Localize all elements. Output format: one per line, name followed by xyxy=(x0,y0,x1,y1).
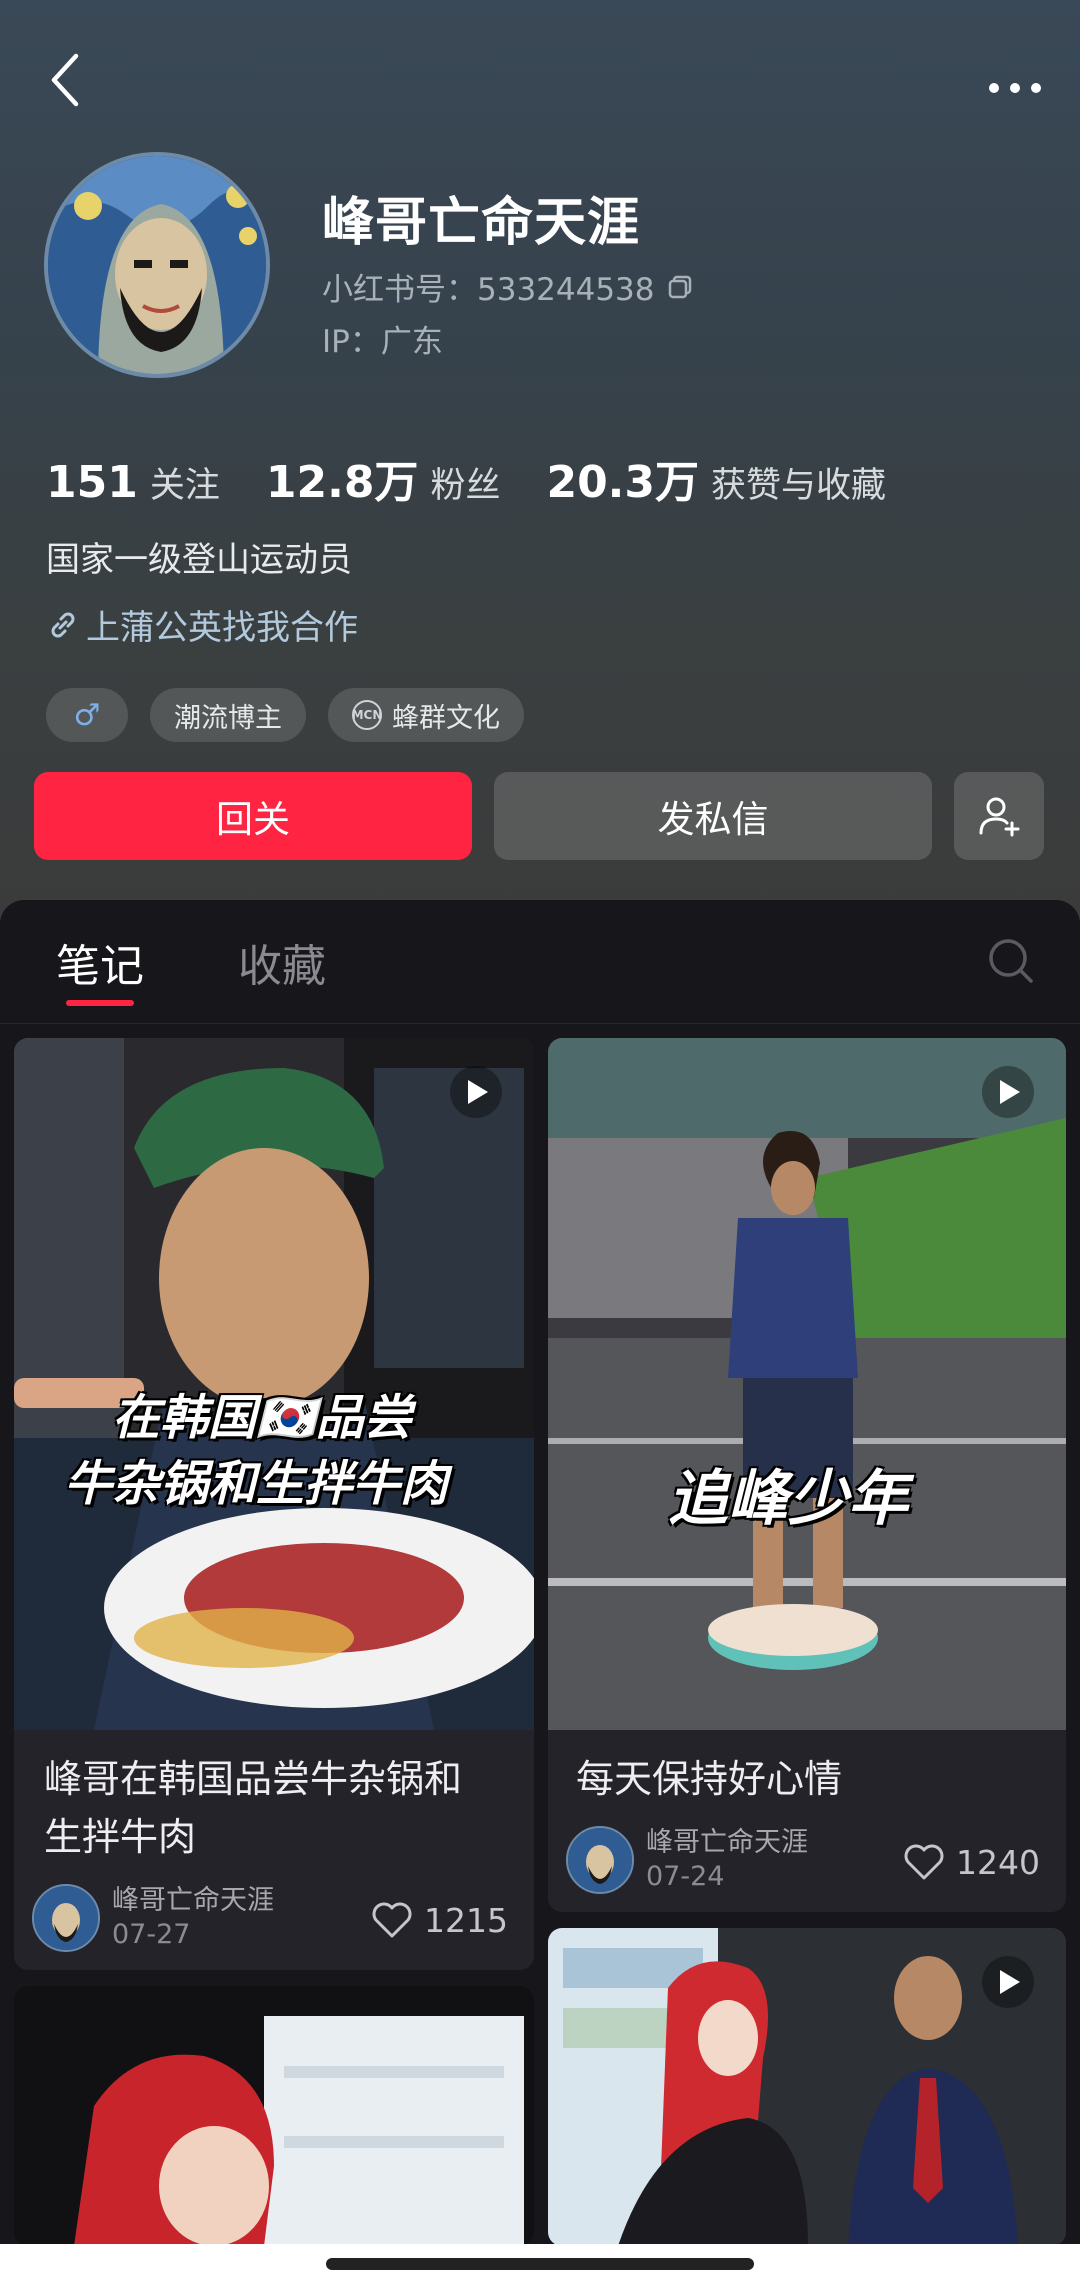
tag-label: 潮流博主 xyxy=(174,702,282,734)
note-title: 每天保持好心情 xyxy=(576,1757,843,1801)
profile-stats: 151 关注 12.8万 粉丝 20.3万 获赞与收藏 xyxy=(46,446,932,510)
heart-icon xyxy=(904,1844,944,1880)
stat-following[interactable]: 151 关注 xyxy=(46,457,220,508)
profile-username: 峰哥亡命天涯 xyxy=(322,193,641,253)
link-icon xyxy=(51,612,75,637)
like-count: 1240 xyxy=(956,1842,1040,1882)
note-card[interactable] xyxy=(14,1986,534,2246)
note-title: 峰哥在韩国品尝牛杂锅和 生拌牛肉 xyxy=(44,1750,462,1866)
cover-caption-line1: 在韩国🇰🇷品尝 xyxy=(112,1390,412,1446)
author-info: 峰哥亡命天涯 07-27 xyxy=(112,1884,274,1952)
author-avatar xyxy=(32,1884,100,1952)
content-tabs: 笔记 收藏 xyxy=(0,900,1080,1024)
mcn-icon: MCN xyxy=(352,700,382,730)
follow-back-button[interactable]: 回关 xyxy=(34,772,472,860)
stat-label: 关注 xyxy=(149,466,220,506)
like-button[interactable]: 1240 xyxy=(902,1842,1040,1882)
back-button[interactable] xyxy=(40,50,100,110)
more-options-button[interactable] xyxy=(980,50,1050,110)
copy-icon[interactable] xyxy=(665,272,695,302)
note-card[interactable] xyxy=(548,1928,1066,2246)
more-dots-icon xyxy=(989,83,1041,93)
heart-icon xyxy=(372,1902,412,1938)
stat-label: 获赞与收藏 xyxy=(711,466,887,506)
add-user-icon xyxy=(979,797,1020,837)
add-friend-button[interactable] xyxy=(954,772,1044,860)
author-info: 峰哥亡命天涯 07-24 xyxy=(646,1826,808,1894)
active-tab-indicator xyxy=(66,1000,134,1006)
note-date: 07-24 xyxy=(646,1861,725,1892)
like-count: 1215 xyxy=(424,1900,508,1940)
note-author[interactable]: 峰哥亡命天涯 07-24 xyxy=(566,1826,808,1894)
note-cover-image xyxy=(14,1986,534,2246)
tag-mcn[interactable]: MCN 蜂群文化 xyxy=(328,688,524,742)
red-id-text: 小红书号：533244538 xyxy=(322,272,655,308)
cover-caption-line2: 牛杂锅和生拌牛肉 xyxy=(64,1456,449,1512)
note-card[interactable]: 追峰少年 每天保持好心情 峰哥亡命天涯 07-24 1240 xyxy=(548,1038,1066,1912)
author-name: 峰哥亡命天涯 xyxy=(112,1885,274,1916)
author-avatar xyxy=(566,1826,634,1894)
top-bar xyxy=(0,40,1080,120)
back-arrow-icon xyxy=(51,53,79,107)
ip-location: IP：广东 xyxy=(322,324,443,360)
note-card[interactable]: 在韩国🇰🇷品尝 牛杂锅和生拌牛肉 峰哥在韩国品尝牛杂锅和 生拌牛肉 峰哥亡命天涯… xyxy=(14,1038,534,1970)
profile-avatar[interactable] xyxy=(44,152,270,378)
tag-trend-blogger[interactable]: 潮流博主 xyxy=(150,688,306,742)
author-name: 峰哥亡命天涯 xyxy=(646,1827,808,1858)
like-button[interactable]: 1215 xyxy=(370,1900,508,1940)
avatar-illustration xyxy=(48,156,266,374)
stat-label: 粉丝 xyxy=(430,466,501,506)
home-indicator[interactable] xyxy=(326,2258,754,2270)
send-message-button[interactable]: 发私信 xyxy=(494,772,932,860)
profile-bio: 国家一级登山运动员 xyxy=(46,540,352,580)
search-icon xyxy=(989,939,1033,983)
author-avatar-illustration xyxy=(568,1828,632,1892)
stat-number: 20.3万 xyxy=(546,457,700,508)
profile-tags: ♂ 潮流博主 MCN 蜂群文化 xyxy=(46,688,546,742)
search-button[interactable] xyxy=(984,934,1040,990)
note-title-line2: 生拌牛肉 xyxy=(44,1815,197,1859)
tab-notes[interactable]: 笔记 xyxy=(56,930,144,994)
gender-tag: ♂ xyxy=(46,688,128,742)
red-id-row: 小红书号：533244538 xyxy=(322,264,695,309)
tab-collections[interactable]: 收藏 xyxy=(238,930,326,994)
tag-label: 蜂群文化 xyxy=(392,702,500,734)
cover-caption: 追峰少年 xyxy=(668,1464,908,1534)
male-icon: ♂ xyxy=(73,697,101,733)
note-cover-image xyxy=(548,1038,1066,1730)
note-date: 07-27 xyxy=(112,1919,191,1950)
stat-number: 151 xyxy=(46,457,138,508)
note-cover-image xyxy=(548,1928,1066,2246)
stat-number: 12.8万 xyxy=(265,457,419,508)
link-text: 上蒲公英找我合作 xyxy=(86,608,358,648)
action-buttons: 回关 发私信 xyxy=(34,772,1046,860)
stat-followers[interactable]: 12.8万 粉丝 xyxy=(266,446,501,510)
note-author[interactable]: 峰哥亡命天涯 07-27 xyxy=(32,1884,274,1952)
cooperation-link[interactable]: 上蒲公英找我合作 xyxy=(46,600,358,649)
note-title-line1: 峰哥在韩国品尝牛杂锅和 xyxy=(44,1757,463,1801)
stat-likes-collects[interactable]: 20.3万 获赞与收藏 xyxy=(546,446,886,510)
author-avatar-illustration xyxy=(34,1886,98,1950)
